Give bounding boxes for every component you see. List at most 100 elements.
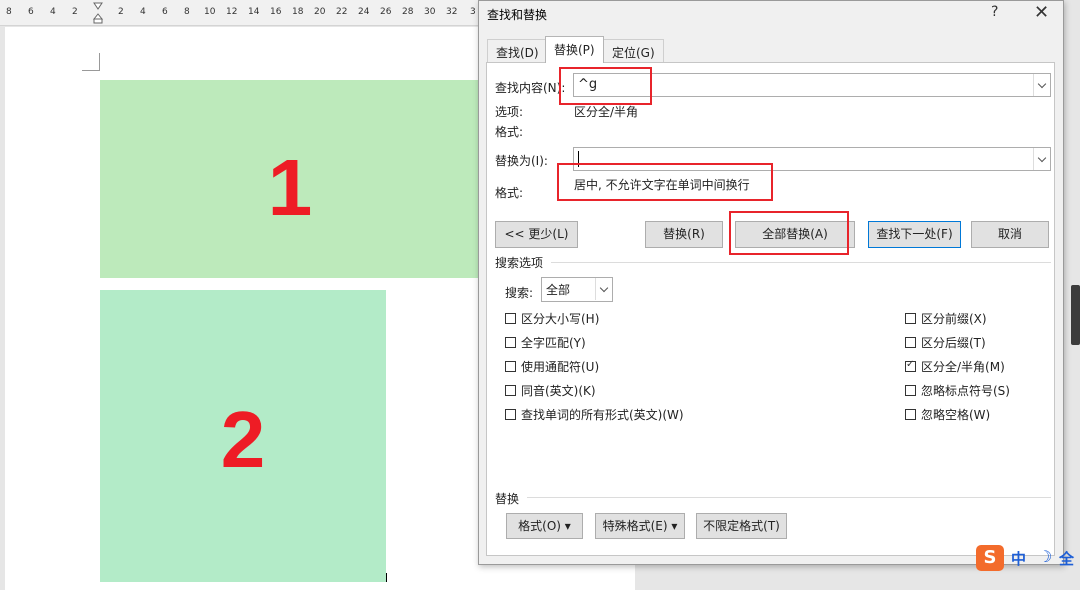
tab-find[interactable]: 查找(D): [487, 39, 548, 62]
format-button-label: 格式(O): [518, 519, 561, 533]
box-number-2: 2: [220, 395, 266, 484]
find-replace-dialog: 查找和替换 ? ✕ 查找(D) 替换(P) 定位(G) 查找内容(N): ^g …: [478, 0, 1064, 565]
checkbox-ignore-punct[interactable]: 忽略标点符号(S): [905, 382, 1010, 399]
ruler-tick: 24: [358, 7, 370, 17]
checkbox-label: 区分全/半角(M): [921, 360, 1005, 374]
checkbox-icon[interactable]: [905, 385, 916, 396]
search-scope-select[interactable]: 全部: [541, 277, 613, 302]
checkbox-label: 同音(英文)(K): [521, 384, 596, 398]
find-dropdown-icon[interactable]: [1033, 74, 1050, 96]
ruler-tick: 6: [162, 7, 168, 17]
search-scope-value: 全部: [546, 283, 571, 297]
replace-dropdown-icon[interactable]: [1033, 148, 1050, 170]
checkbox-icon[interactable]: [905, 313, 916, 324]
highlight-format: [557, 163, 773, 201]
moon-icon[interactable]: ☽: [1038, 547, 1052, 566]
checkbox-label: 忽略空格(W): [921, 408, 991, 422]
checkbox-icon[interactable]: [905, 409, 916, 420]
checkbox-match-suffix[interactable]: 区分后缀(T): [905, 334, 986, 351]
find-next-button[interactable]: 查找下一处(F): [868, 221, 961, 248]
ruler-tick: 32: [446, 7, 458, 17]
replace-panel: [486, 62, 1055, 556]
chevron-down-icon[interactable]: [595, 278, 612, 300]
green-box-2[interactable]: 2: [100, 290, 386, 582]
special-format-label: 特殊格式(E): [602, 519, 668, 533]
search-options-heading: 搜索选项: [495, 256, 544, 270]
text-cursor: [386, 573, 387, 582]
format-button[interactable]: 格式(O) ▾: [506, 513, 583, 539]
checkbox-icon[interactable]: [505, 337, 516, 348]
ruler-tick: 30: [424, 7, 436, 17]
checkbox-label: 全字匹配(Y): [521, 336, 586, 350]
cancel-button[interactable]: 取消: [971, 221, 1049, 248]
checkbox-label: 使用通配符(U): [521, 360, 600, 374]
ruler-tick: 8: [184, 7, 190, 17]
find-label: 查找内容(N):: [495, 81, 566, 95]
ruler-tick: 2: [118, 7, 124, 17]
ruler-tick: 14: [248, 7, 260, 17]
special-format-button[interactable]: 特殊格式(E) ▾: [595, 513, 685, 539]
checkbox-sounds-like[interactable]: 同音(英文)(K): [505, 382, 596, 399]
dropdown-arrow-icon: ▾: [564, 519, 571, 533]
checkbox-label: 区分后缀(T): [921, 336, 986, 350]
replace-label: 替换为(I):: [495, 154, 548, 168]
ruler-tick: 3: [470, 7, 476, 17]
ruler-tick: 28: [402, 7, 414, 17]
divider: [527, 497, 1051, 498]
checkbox-label: 区分前缀(X): [921, 312, 987, 326]
checkbox-wildcards[interactable]: 使用通配符(U): [505, 358, 599, 375]
no-formatting-button[interactable]: 不限定格式(T): [696, 513, 787, 539]
side-scroll-handle[interactable]: [1071, 285, 1080, 345]
ruler-tick: 16: [270, 7, 282, 17]
dropdown-arrow-icon: ▾: [671, 519, 678, 533]
ime-width[interactable]: 全: [1059, 548, 1074, 569]
tab-replace[interactable]: 替换(P): [545, 36, 604, 63]
ruler-tick: 22: [336, 7, 348, 17]
tab-goto[interactable]: 定位(G): [603, 39, 664, 62]
ruler: 8 6 4 2 2 4 6 8 10 12 14 16 18 20 22 24 …: [0, 0, 480, 26]
highlight-replace-all: [729, 211, 849, 255]
ime-toolbar[interactable]: S 中 ☽ 全: [976, 543, 1080, 573]
dialog-title: 查找和替换: [487, 8, 548, 22]
less-button[interactable]: << 更少(L): [495, 221, 578, 248]
replace-format-label: 格式:: [495, 186, 524, 200]
checkbox-ignore-space[interactable]: 忽略空格(W): [905, 406, 990, 423]
find-format-label: 格式:: [495, 125, 524, 139]
close-icon[interactable]: ✕: [1034, 2, 1049, 23]
ruler-tick: 26: [380, 7, 392, 17]
ime-logo-icon[interactable]: S: [976, 545, 1004, 571]
ruler-tick: 8: [6, 7, 12, 17]
replace-section-heading: 替换: [495, 492, 520, 506]
checkbox-word-forms[interactable]: 查找单词的所有形式(英文)(W): [505, 406, 684, 423]
checkbox-match-prefix[interactable]: 区分前缀(X): [905, 310, 987, 327]
ruler-tick: 4: [140, 7, 146, 17]
options-value: 区分全/半角: [574, 105, 639, 119]
divider: [551, 262, 1051, 263]
ruler-tick: 2: [72, 7, 78, 17]
checkbox-match-width[interactable]: 区分全/半角(M): [905, 358, 1005, 375]
ime-mode[interactable]: 中: [1011, 548, 1026, 569]
checkbox-match-case[interactable]: 区分大小写(H): [505, 310, 599, 327]
ruler-tick: 12: [226, 7, 238, 17]
checkbox-icon[interactable]: [905, 337, 916, 348]
checkbox-label: 查找单词的所有形式(英文)(W): [521, 408, 684, 422]
ruler-tick: 4: [50, 7, 56, 17]
search-scope-label: 搜索:: [505, 286, 534, 300]
ruler-tick: 10: [204, 7, 216, 17]
checkbox-label: 忽略标点符号(S): [921, 384, 1010, 398]
help-icon[interactable]: ?: [991, 4, 998, 20]
checkbox-icon[interactable]: [505, 409, 516, 420]
green-box-1[interactable]: 1: [100, 80, 480, 278]
margin-corner-mark: [82, 53, 100, 71]
ruler-tick: 18: [292, 7, 304, 17]
highlight-find: [559, 67, 652, 105]
checkbox-icon[interactable]: [505, 385, 516, 396]
checkbox-checked-icon[interactable]: [905, 359, 916, 372]
checkbox-icon[interactable]: [505, 361, 516, 372]
checkbox-whole-word[interactable]: 全字匹配(Y): [505, 334, 586, 351]
checkbox-label: 区分大小写(H): [521, 312, 600, 326]
replace-button[interactable]: 替换(R): [645, 221, 723, 248]
checkbox-icon[interactable]: [505, 313, 516, 324]
box-number-1: 1: [267, 143, 313, 232]
indent-marker-icon[interactable]: [93, 2, 103, 24]
